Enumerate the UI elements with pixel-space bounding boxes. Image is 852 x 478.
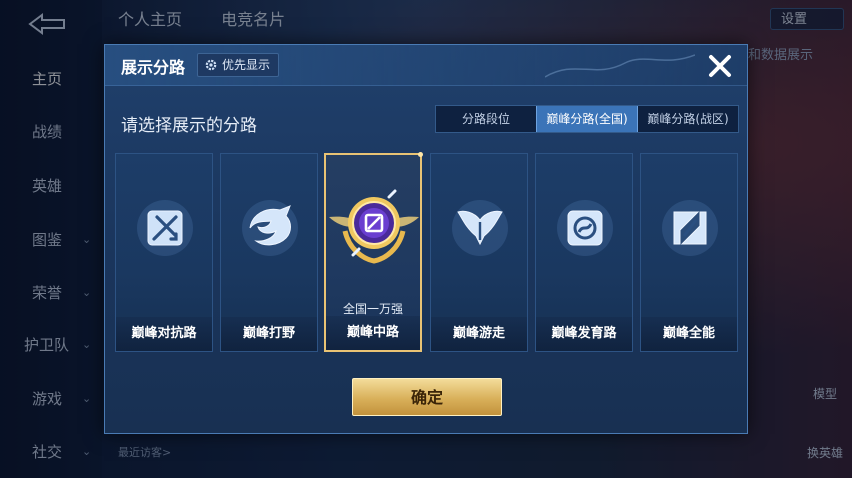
- lane-card-label: 巅峰全能: [641, 317, 737, 351]
- allround-icon: [662, 200, 718, 256]
- lane-card-label: 巅峰对抗路: [116, 317, 212, 351]
- tab-lane-rank[interactable]: 分路段位: [436, 106, 536, 132]
- lane-card-top[interactable]: 巅峰对抗路: [115, 153, 213, 352]
- mid-lane-emblem-icon: [329, 189, 419, 264]
- priority-display-label: 优先显示: [222, 58, 271, 72]
- lane-card-label: 巅峰游走: [431, 317, 527, 351]
- tab-peak-lane-region[interactable]: 巅峰分路(战区): [638, 106, 738, 132]
- lane-card-label: 巅峰打野: [221, 317, 317, 351]
- target-icon: [557, 200, 613, 256]
- lane-card-roam[interactable]: 巅峰游走: [430, 153, 528, 352]
- selected-indicator: [418, 152, 423, 157]
- lane-card-label: 巅峰发育路: [536, 317, 632, 351]
- confirm-button[interactable]: 确定: [352, 378, 502, 416]
- dragon-icon: [242, 200, 298, 256]
- wings-icon: [452, 200, 508, 256]
- lane-display-dialog: 展示分路 优先显示 请选择展示的分路 分路段位 巅峰分路(全国) 巅峰分路(战区…: [104, 44, 748, 434]
- tab-peak-lane-national[interactable]: 巅峰分路(全国): [536, 106, 638, 132]
- gear-icon: [205, 59, 217, 71]
- dialog-title: 展示分路: [121, 58, 186, 77]
- lane-type-segmented-control: 分路段位 巅峰分路(全国) 巅峰分路(战区): [435, 105, 739, 133]
- dialog-subtitle: 请选择展示的分路: [121, 116, 257, 136]
- lane-card-allround[interactable]: 巅峰全能: [640, 153, 738, 352]
- priority-display-button[interactable]: 优先显示: [197, 53, 280, 77]
- dialog-header: 展示分路 优先显示: [105, 45, 747, 86]
- lane-card-label: 巅峰中路: [326, 316, 420, 350]
- lane-card-jungle[interactable]: 巅峰打野: [220, 153, 318, 352]
- close-icon[interactable]: [705, 51, 735, 81]
- header-wave-decoration: [545, 54, 695, 78]
- sword-cross-icon: [137, 200, 193, 256]
- lane-card-mid[interactable]: 全国一万强 巅峰中路: [324, 152, 423, 352]
- lane-card-farm[interactable]: 巅峰发育路: [535, 153, 633, 352]
- lane-card-rank: 全国一万强: [342, 302, 403, 316]
